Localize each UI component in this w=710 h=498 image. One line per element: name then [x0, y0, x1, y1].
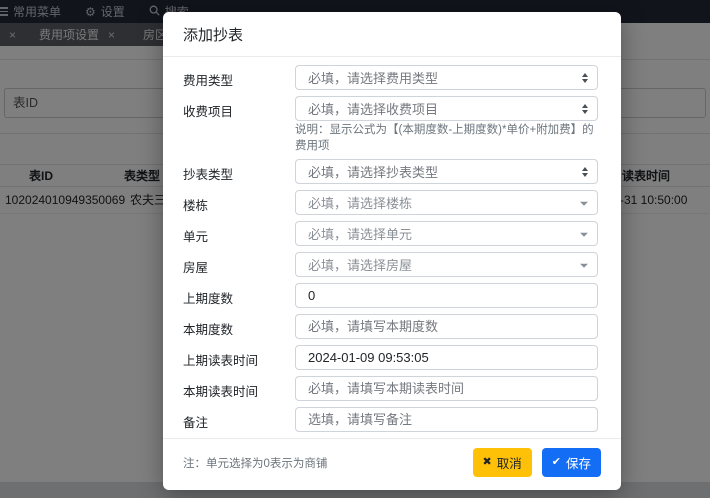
- house-select[interactable]: 必填，请选择房屋: [295, 252, 598, 277]
- updown-caret-icon: [582, 72, 588, 83]
- prev-reading-input[interactable]: [295, 283, 598, 308]
- select-value: 必填，请选择收费项目: [308, 102, 439, 117]
- select-value: 必填，请选择楼栋: [308, 196, 413, 211]
- form-row: 抄表类型 必填，请选择抄表类型: [183, 159, 601, 184]
- save-button[interactable]: ✔ 保存: [541, 448, 601, 477]
- cancel-button-label: 取消: [496, 457, 522, 471]
- meter-read-type-label: 抄表类型: [183, 168, 234, 182]
- current-read-time-label: 本期读表时间: [183, 385, 259, 399]
- select-value: 必填，请选择单元: [308, 227, 413, 242]
- save-button-label: 保存: [565, 457, 591, 471]
- meter-read-type-select[interactable]: 必填，请选择抄表类型: [295, 159, 598, 184]
- charge-item-help-text: 说明：显示公式为【(本期度数-上期度数)*单价+附加费】的费用项: [295, 124, 594, 152]
- cancel-button[interactable]: ✖ 取消: [472, 448, 532, 477]
- unit-zero-note: 注：单元选择为0表示为商铺: [183, 457, 328, 470]
- select-value: 必填，请选择房屋: [308, 258, 413, 273]
- current-reading-label: 本期度数: [183, 323, 234, 337]
- current-read-time-input[interactable]: [295, 376, 598, 401]
- app-screen: 常用菜单 ⚙ 设置 搜索 × 费用项设置 × 房区收费 × 抄表 表ID 1-1…: [0, 0, 710, 498]
- remark-input[interactable]: [295, 407, 598, 432]
- unit-label: 单元: [183, 230, 209, 244]
- modal-footer: 注：单元选择为0表示为商铺 ✖ 取消 ✔ 保存: [163, 438, 621, 490]
- select-value: 必填，请选择费用类型: [308, 71, 439, 86]
- form-row: 上期度数: [183, 283, 601, 308]
- form-row: 备注: [183, 407, 601, 432]
- updown-caret-icon: [582, 166, 588, 177]
- charge-item-label: 收费项目: [183, 105, 234, 119]
- form-row: 本期度数: [183, 314, 601, 339]
- chevron-down-icon: [580, 232, 588, 237]
- select-value: 必填，请选择抄表类型: [308, 165, 439, 180]
- modal-body: 费用类型 必填，请选择费用类型 收费项目 必填，请选择收费项目 说明：显示公式为…: [163, 57, 621, 432]
- form-row: 单元 必填，请选择单元: [183, 221, 601, 246]
- fee-type-select[interactable]: 必填，请选择费用类型: [295, 65, 598, 90]
- modal-title: 添加抄表: [163, 12, 621, 57]
- unit-select[interactable]: 必填，请选择单元: [295, 221, 598, 246]
- fee-type-label: 费用类型: [183, 74, 234, 88]
- prev-read-time-label: 上期读表时间: [183, 354, 259, 368]
- add-meter-reading-modal: 添加抄表 费用类型 必填，请选择费用类型 收费项目 必填，请选择收费项目 说明：…: [163, 12, 621, 490]
- building-label: 楼栋: [183, 199, 209, 213]
- house-label: 房屋: [183, 261, 209, 275]
- building-select[interactable]: 必填，请选择楼栋: [295, 190, 598, 215]
- form-row: 楼栋 必填，请选择楼栋: [183, 190, 601, 215]
- updown-caret-icon: [582, 103, 588, 114]
- check-icon: ✔: [551, 456, 561, 468]
- remark-label: 备注: [183, 416, 209, 430]
- charge-item-select[interactable]: 必填，请选择收费项目: [295, 96, 598, 121]
- form-row: 本期读表时间: [183, 376, 601, 401]
- prev-read-time-input[interactable]: [295, 345, 598, 370]
- chevron-down-icon: [580, 201, 588, 206]
- form-row: 上期读表时间: [183, 345, 601, 370]
- prev-reading-label: 上期度数: [183, 292, 234, 306]
- chevron-down-icon: [580, 263, 588, 268]
- form-row: 房屋 必填，请选择房屋: [183, 252, 601, 277]
- form-row: 收费项目 必填，请选择收费项目: [183, 96, 601, 121]
- x-icon: ✖: [482, 456, 492, 468]
- current-reading-input[interactable]: [295, 314, 598, 339]
- form-row: 费用类型 必填，请选择费用类型: [183, 65, 601, 90]
